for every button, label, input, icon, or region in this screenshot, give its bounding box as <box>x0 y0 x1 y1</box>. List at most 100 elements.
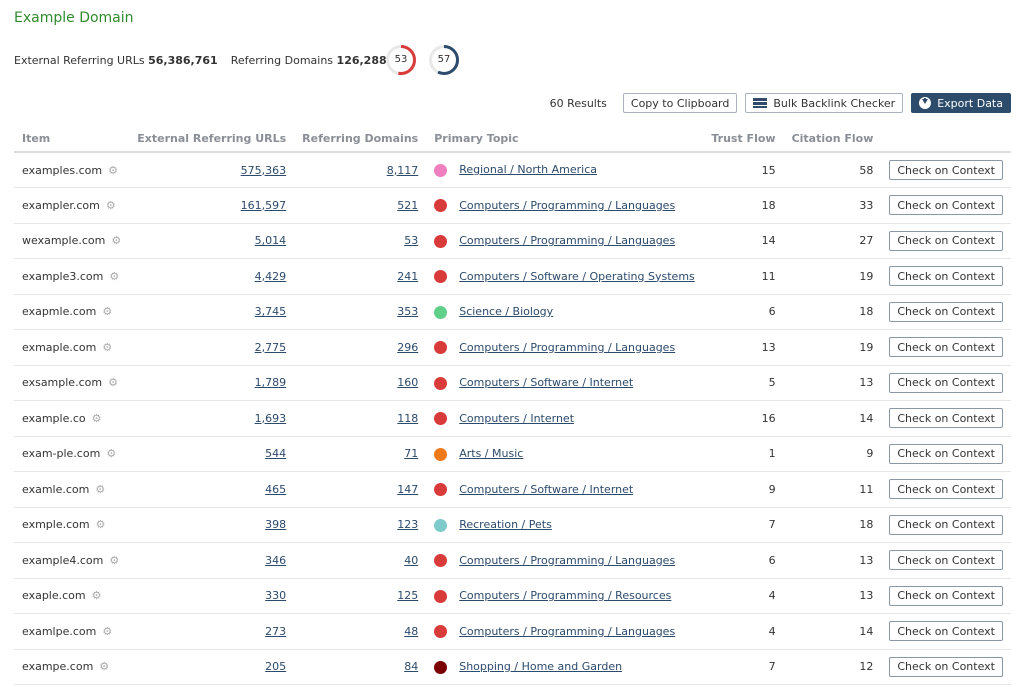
referring-domains-link[interactable]: 125 <box>397 589 418 602</box>
external-urls-link[interactable]: 4,429 <box>255 270 287 283</box>
referring-domains-cell: 160 <box>294 365 427 401</box>
item-cell: exapmle.com ⚙ <box>14 294 130 330</box>
gear-icon[interactable]: ⚙ <box>111 234 121 247</box>
primary-topic-link[interactable]: Arts / Music <box>459 447 523 460</box>
action-cell: Check on Context <box>881 187 1011 224</box>
gear-icon[interactable]: ⚙ <box>95 483 105 496</box>
external-urls-link[interactable]: 330 <box>265 589 286 602</box>
primary-topic-link[interactable]: Computers / Programming / Languages <box>459 554 675 567</box>
primary-topic-link[interactable]: Computers / Internet <box>459 412 574 425</box>
check-on-context-button[interactable]: Check on Context <box>889 230 1003 251</box>
referring-domains-link[interactable]: 160 <box>397 376 418 389</box>
primary-topic-link[interactable]: Computers / Programming / Languages <box>459 234 675 247</box>
primary-topic-link[interactable]: Computers / Software / Internet <box>459 376 633 389</box>
external-urls-link[interactable]: 5,014 <box>255 234 287 247</box>
referring-domains-link[interactable]: 521 <box>397 199 418 212</box>
referring-domains-link[interactable]: 48 <box>404 625 418 638</box>
primary-topic-link[interactable]: Science / Biology <box>459 305 553 318</box>
check-on-context-button[interactable]: Check on Context <box>889 266 1003 287</box>
primary-topic-link[interactable]: Regional / North America <box>459 163 597 176</box>
citation-flow-value: 58 <box>783 152 882 188</box>
action-cell: Check on Context <box>881 649 1011 685</box>
column-header-primary-topic[interactable]: Primary Topic <box>426 126 704 153</box>
trust-flow-value: 4 <box>703 613 784 650</box>
external-urls-link[interactable]: 1,789 <box>255 376 287 389</box>
referring-domains-link[interactable]: 84 <box>404 660 418 673</box>
primary-topic-link[interactable]: Recreation / Pets <box>459 518 552 531</box>
referring-domains-link[interactable]: 241 <box>397 270 418 283</box>
trust-flow-value: 14 <box>703 223 784 259</box>
item-cell: exampe.com ⚙ <box>14 649 130 685</box>
copy-to-clipboard-button[interactable]: Copy to Clipboard <box>622 93 738 113</box>
gear-icon[interactable]: ⚙ <box>102 341 112 354</box>
primary-topic-link[interactable]: Computers / Programming / Languages <box>459 625 675 638</box>
check-on-context-button[interactable]: Check on Context <box>889 337 1003 358</box>
external-urls-link[interactable]: 398 <box>265 518 286 531</box>
referring-domains-link[interactable]: 353 <box>397 305 418 318</box>
referring-domains-link[interactable]: 118 <box>397 412 418 425</box>
column-header-trust-flow[interactable]: Trust Flow <box>703 126 784 153</box>
external-urls-link[interactable]: 205 <box>265 660 286 673</box>
gear-icon[interactable]: ⚙ <box>102 305 112 318</box>
check-on-context-button[interactable]: Check on Context <box>889 195 1003 216</box>
primary-topic-link[interactable]: Computers / Programming / Languages <box>459 341 675 354</box>
gear-icon[interactable]: ⚙ <box>99 660 109 673</box>
check-on-context-button[interactable]: Check on Context <box>889 585 1003 606</box>
primary-topic-link[interactable]: Shopping / Home and Garden <box>459 660 622 673</box>
gear-icon[interactable]: ⚙ <box>106 447 116 460</box>
referring-domains-link[interactable]: 8,117 <box>387 164 419 177</box>
gear-icon[interactable]: ⚙ <box>102 625 112 638</box>
gear-icon[interactable]: ⚙ <box>92 589 102 602</box>
gear-icon[interactable]: ⚙ <box>96 518 106 531</box>
check-on-context-button[interactable]: Check on Context <box>889 443 1003 464</box>
trust-flow-value: 6 <box>703 294 784 330</box>
primary-topic-link[interactable]: Computers / Programming / Languages <box>459 199 675 212</box>
check-on-context-button[interactable]: Check on Context <box>889 479 1003 500</box>
check-on-context-button[interactable]: Check on Context <box>889 372 1003 393</box>
primary-topic-cell: Computers / Programming / Languages <box>426 542 704 579</box>
column-header-citation-flow[interactable]: Citation Flow <box>783 126 882 153</box>
check-on-context-button[interactable]: Check on Context <box>889 621 1003 642</box>
check-on-context-button[interactable]: Check on Context <box>889 656 1003 677</box>
check-on-context-button[interactable]: Check on Context <box>889 514 1003 535</box>
trust-flow-value: 13 <box>703 329 784 366</box>
referring-domains-link[interactable]: 123 <box>397 518 418 531</box>
gear-icon[interactable]: ⚙ <box>92 412 102 425</box>
gear-icon[interactable]: ⚙ <box>109 270 119 283</box>
gear-icon[interactable]: ⚙ <box>108 376 118 389</box>
gear-icon[interactable]: ⚙ <box>108 164 118 177</box>
referring-domains-link[interactable]: 40 <box>404 554 418 567</box>
external-urls-link[interactable]: 575,363 <box>241 164 287 177</box>
column-header-item[interactable]: Item <box>14 126 130 153</box>
column-header-external-urls[interactable]: External Referring URLs <box>129 126 295 153</box>
export-data-button[interactable]: Export Data <box>911 93 1011 113</box>
item-domain: exam-ple.com <box>22 447 101 461</box>
external-urls-link[interactable]: 346 <box>265 554 286 567</box>
external-urls-link[interactable]: 2,775 <box>255 341 287 354</box>
check-on-context-button[interactable]: Check on Context <box>889 160 1003 180</box>
trust-flow-value: 6 <box>703 542 784 579</box>
gear-icon[interactable]: ⚙ <box>106 199 116 212</box>
external-urls-link[interactable]: 1,693 <box>255 412 287 425</box>
referring-domains-link[interactable]: 53 <box>404 234 418 247</box>
check-on-context-button[interactable]: Check on Context <box>889 408 1003 429</box>
external-urls-link[interactable]: 465 <box>265 483 286 496</box>
primary-topic-link[interactable]: Computers / Software / Internet <box>459 483 633 496</box>
referring-domains-link[interactable]: 147 <box>397 483 418 496</box>
external-urls-link[interactable]: 3,745 <box>255 305 287 318</box>
external-urls-link[interactable]: 161,597 <box>241 199 287 212</box>
check-on-context-button[interactable]: Check on Context <box>889 301 1003 322</box>
bulk-backlink-checker-button[interactable]: Bulk Backlink Checker <box>745 93 904 113</box>
referring-domains-cell: 53 <box>294 223 427 259</box>
referring-domains-cell: 521 <box>294 187 427 224</box>
external-urls-link[interactable]: 544 <box>265 447 286 460</box>
external-urls-link[interactable]: 273 <box>265 625 286 638</box>
check-on-context-button[interactable]: Check on Context <box>889 550 1003 571</box>
primary-topic-cell: Regional / North America <box>426 152 704 188</box>
primary-topic-link[interactable]: Computers / Programming / Resources <box>459 589 671 602</box>
referring-domains-link[interactable]: 296 <box>397 341 418 354</box>
referring-domains-link[interactable]: 71 <box>404 447 418 460</box>
primary-topic-link[interactable]: Computers / Software / Operating Systems <box>459 270 695 283</box>
column-header-referring-domains[interactable]: Referring Domains <box>294 126 427 153</box>
gear-icon[interactable]: ⚙ <box>109 554 119 567</box>
